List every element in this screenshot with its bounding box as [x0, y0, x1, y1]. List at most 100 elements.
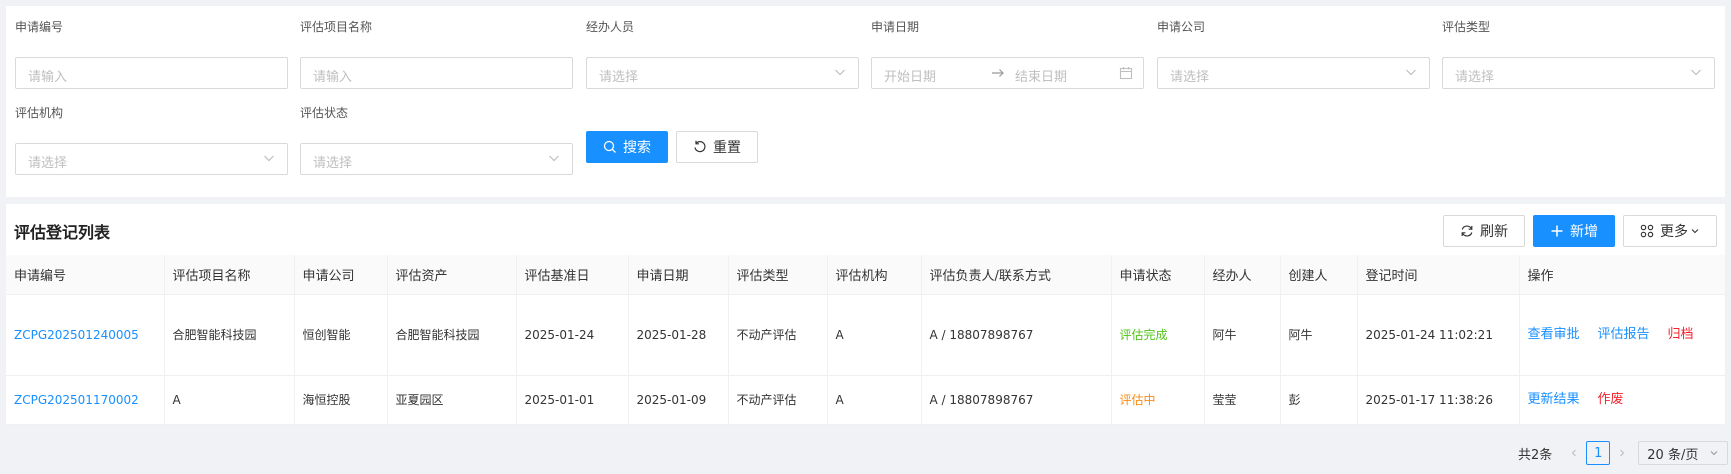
filter-eval-type-label: 评估类型 [1442, 20, 1491, 34]
reg-time-cell: 2025-01-24 11:02:21 [1357, 294, 1520, 376]
apply-date-range-picker[interactable]: 开始日期 结束日期 [871, 57, 1144, 89]
column-header[interactable]: 申请公司 [294, 255, 388, 295]
add-button[interactable]: 新增 [1533, 215, 1615, 247]
company-cell: 海恒控股 [294, 375, 388, 425]
plus-icon [1551, 225, 1563, 237]
column-header[interactable]: 评估基准日 [516, 255, 629, 295]
filter-company-label: 申请公司 [1157, 20, 1206, 34]
handler-placeholder: 请选择 [599, 70, 639, 85]
company-select[interactable]: 请选择 [1157, 57, 1430, 89]
filter-handler-label: 经办人员 [586, 20, 635, 34]
apply-date-cell: 2025-01-28 [628, 294, 729, 376]
eval-type-select[interactable]: 请选择 [1442, 57, 1715, 89]
operations-cell: 更新结果 作废 [1519, 375, 1726, 425]
agency-select[interactable]: 请选择 [15, 143, 288, 175]
column-header[interactable]: 申请日期 [628, 255, 729, 295]
project-name-input[interactable]: 请输入 [300, 57, 573, 89]
filter-agency-label: 评估机构 [15, 106, 64, 120]
chevron-down-icon [264, 155, 274, 162]
more-button[interactable]: 更多 [1623, 215, 1717, 247]
filter-status-label: 评估状态 [300, 106, 349, 120]
table-row: ZCPG202501240005 合肥智能科技园 恒创智能 合肥智能科技园 20… [6, 294, 1726, 376]
calendar-icon [1119, 67, 1133, 80]
search-button-label: 搜索 [623, 140, 651, 156]
apply-no-link[interactable]: ZCPG202501170002 [6, 375, 165, 425]
archive-link[interactable]: 归档 [1668, 319, 1694, 351]
agency-cell: A [827, 375, 922, 425]
eval-type-cell: 不动产评估 [728, 375, 828, 425]
filter-panel: 申请编号 请输入 评估项目名称 请输入 经办人员 请选择 申请日期 开始日期 结… [6, 6, 1725, 197]
filter-apply-date-label: 申请日期 [871, 20, 920, 34]
apply-no-placeholder: 请输入 [28, 70, 68, 85]
handler-select[interactable]: 请选择 [586, 57, 859, 89]
column-header[interactable]: 评估资产 [387, 255, 517, 295]
status-select[interactable]: 请选择 [300, 143, 573, 175]
column-header[interactable]: 登记时间 [1357, 255, 1520, 295]
contact-cell: A / 18807898767 [921, 294, 1112, 376]
company-cell: 恒创智能 [294, 294, 388, 376]
list-title: 评估登记列表 [14, 223, 111, 242]
filter-apply-no-label: 申请编号 [15, 20, 64, 34]
view-approval-link[interactable]: 查看审批 [1528, 319, 1580, 351]
chevron-down-icon [1691, 229, 1699, 234]
reset-icon [694, 140, 706, 153]
pagination: 共2条 1 20 条/页 [1518, 441, 1729, 465]
base-date-cell: 2025-01-01 [516, 375, 629, 425]
asset-cell: 亚夏园区 [387, 375, 517, 425]
project-name-cell: A [164, 375, 295, 425]
column-header[interactable]: 评估类型 [728, 255, 828, 295]
contact-cell: A / 18807898767 [921, 375, 1112, 425]
chevron-down-icon [549, 155, 559, 162]
more-button-label: 更多 [1660, 224, 1688, 240]
handler-cell: 莹莹 [1204, 375, 1281, 425]
reset-button[interactable]: 重置 [676, 131, 758, 163]
creator-cell: 彭 [1280, 375, 1358, 425]
column-header[interactable]: 经办人 [1204, 255, 1281, 295]
chevron-left-icon [1572, 449, 1577, 457]
search-icon [603, 140, 616, 153]
void-link[interactable]: 作废 [1598, 384, 1624, 416]
total-count: 共2条 [1518, 447, 1553, 463]
reset-button-label: 重置 [713, 140, 741, 156]
chevron-down-icon [1691, 69, 1701, 76]
column-header: 操作 [1519, 255, 1726, 295]
operations-cell: 查看审批 评估报告 归档 [1519, 294, 1726, 376]
list-panel: 评估登记列表 刷新 新增 更多 申请编号 评估项目名称 申请公司 评估资产 评估… [6, 204, 1726, 425]
end-date-placeholder[interactable]: 结束日期 [1015, 66, 1067, 85]
column-header[interactable]: 评估项目名称 [164, 255, 295, 295]
prev-page-button[interactable] [1564, 441, 1584, 465]
creator-cell: 阿牛 [1280, 294, 1358, 376]
chevron-down-icon [1406, 69, 1416, 76]
apply-no-link[interactable]: ZCPG202501240005 [6, 294, 165, 376]
status-badge: 评估完成 [1111, 294, 1205, 376]
refresh-button-label: 刷新 [1480, 224, 1508, 240]
column-header[interactable]: 申请状态 [1111, 255, 1205, 295]
start-date-placeholder[interactable]: 开始日期 [884, 66, 936, 85]
agency-placeholder: 请选择 [28, 156, 68, 171]
status-badge: 评估中 [1111, 375, 1205, 425]
apps-icon [1640, 224, 1654, 238]
next-page-button[interactable] [1612, 441, 1632, 465]
search-button[interactable]: 搜索 [586, 131, 668, 163]
refresh-button[interactable]: 刷新 [1443, 215, 1525, 247]
column-header[interactable]: 评估机构 [827, 255, 922, 295]
arrow-right-icon [992, 69, 1004, 77]
base-date-cell: 2025-01-24 [516, 294, 629, 376]
eval-type-cell: 不动产评估 [728, 294, 828, 376]
apply-no-input[interactable]: 请输入 [15, 57, 288, 89]
column-header[interactable]: 评估负责人/联系方式 [921, 255, 1112, 295]
page-size-select[interactable]: 20 条/页 [1638, 441, 1729, 465]
column-header[interactable]: 申请编号 [6, 255, 165, 295]
column-header[interactable]: 创建人 [1280, 255, 1358, 295]
company-placeholder: 请选择 [1170, 70, 1210, 85]
chevron-down-icon [1710, 451, 1718, 456]
eval-type-placeholder: 请选择 [1455, 70, 1495, 85]
eval-report-link[interactable]: 评估报告 [1598, 319, 1650, 351]
update-result-link[interactable]: 更新结果 [1528, 384, 1580, 416]
project-name-placeholder: 请输入 [313, 70, 353, 85]
add-button-label: 新增 [1570, 224, 1598, 240]
reg-time-cell: 2025-01-17 11:38:26 [1357, 375, 1520, 425]
agency-cell: A [827, 294, 922, 376]
handler-cell: 阿牛 [1204, 294, 1281, 376]
page-1-button[interactable]: 1 [1586, 441, 1611, 465]
